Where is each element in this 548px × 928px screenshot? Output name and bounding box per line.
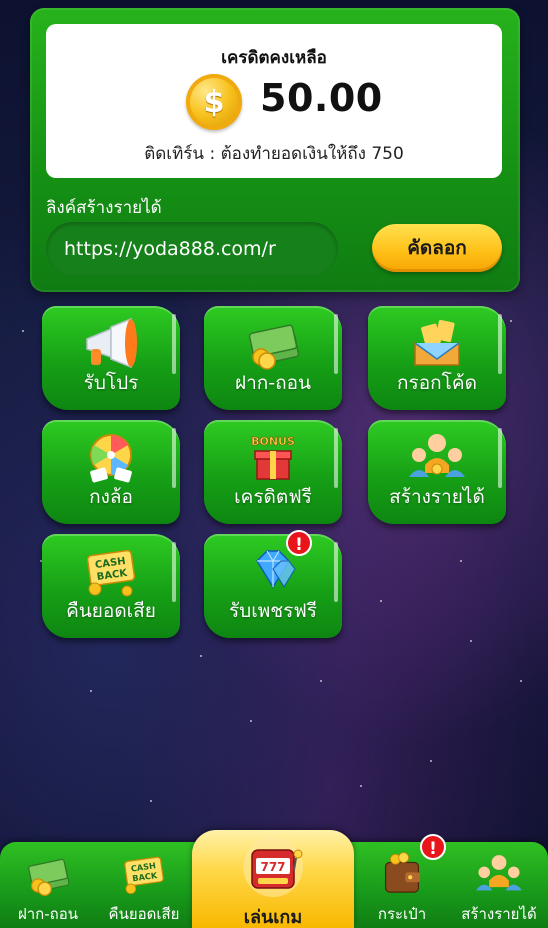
nav-deposit-withdraw[interactable]: ฝาก-ถอน [0,842,96,928]
menu-free-credit[interactable]: BONUS เครดิตฟรี [204,420,342,524]
coin-symbol: $ [203,84,225,120]
notification-badge: ! [420,834,446,860]
nav-label: คืนยอดเสีย [108,905,180,923]
svg-text:BONUS: BONUS [251,435,295,448]
menu-free-diamond[interactable]: รับเพชรฟรี ! [204,530,342,638]
menu-enter-code[interactable]: กรอกโค้ด [368,306,506,410]
menu-promotion[interactable]: รับโปร [42,306,180,410]
bonus-gift-icon: BONUS [243,428,303,486]
referral-link-field[interactable]: https://yoda888.com/r [46,222,338,276]
copy-button[interactable]: คัดลอก [372,224,502,272]
credit-title: เครดิตคงเหลือ [221,48,327,68]
nav-affiliate[interactable]: สร้างรายได้ [450,842,548,928]
menu-label: กรอกโค้ด [397,372,477,394]
cashback-icon: CASH BACK [116,848,172,900]
credit-amount: 50.00 [260,76,383,120]
credit-panel: เครดิตคงเหลือ $ 50.00 ติดเทิร์น : ต้องทำ… [30,8,520,292]
money-stack-icon [243,314,303,372]
nav-label: สร้างรายได้ [461,905,537,923]
menu-prize-wheel[interactable]: กงล้อ [42,420,180,524]
cashback-icon: CASH BACK [81,542,141,600]
menu-label: เครดิตฟรี [234,486,312,508]
menu-cashback[interactable]: CASH BACK คืนยอดเสีย [42,534,180,638]
nav-label: กระเป๋า [377,905,427,923]
prize-wheel-icon [81,428,141,486]
nav-label: เล่นเกม [243,907,303,928]
menu-deposit-withdraw[interactable]: ฝาก-ถอน [204,306,342,410]
svg-text:777: 777 [260,860,285,874]
affiliate-people-icon [407,428,467,486]
coin-icon: $ [186,74,242,130]
menu-label: คืนยอดเสีย [66,600,156,622]
nav-wallet[interactable]: กระเป๋า ! [354,834,450,928]
nav-label: ฝาก-ถอน [17,905,79,923]
nav-play-game[interactable]: 777 เล่นเกม [192,830,354,928]
nav-cashback[interactable]: CASH BACK คืนยอดเสีย [96,842,192,928]
menu-label: รับโปร [83,372,139,394]
credit-balance-box: เครดิตคงเหลือ $ 50.00 ติดเทิร์น : ต้องทำ… [46,24,502,178]
menu-label: รับเพชรฟรี [228,600,318,622]
referral-link-label: ลิงค์สร้างรายได้ [46,198,162,218]
money-stack-icon [20,848,76,900]
coupon-code-icon [407,314,467,372]
slot-machine-icon: 777 [240,836,306,898]
menu-label: สร้างรายได้ [389,486,485,508]
menu-label: กงล้อ [89,486,133,508]
wallet-icon [374,848,430,900]
turnover-requirement: ติดเทิร์น : ต้องทำยอดเงินให้ถึง 750 [144,144,404,164]
affiliate-people-icon [471,848,527,900]
menu-affiliate[interactable]: สร้างรายได้ [368,420,506,524]
notification-badge: ! [286,530,312,556]
menu-label: ฝาก-ถอน [234,372,312,394]
megaphone-icon [81,314,141,372]
